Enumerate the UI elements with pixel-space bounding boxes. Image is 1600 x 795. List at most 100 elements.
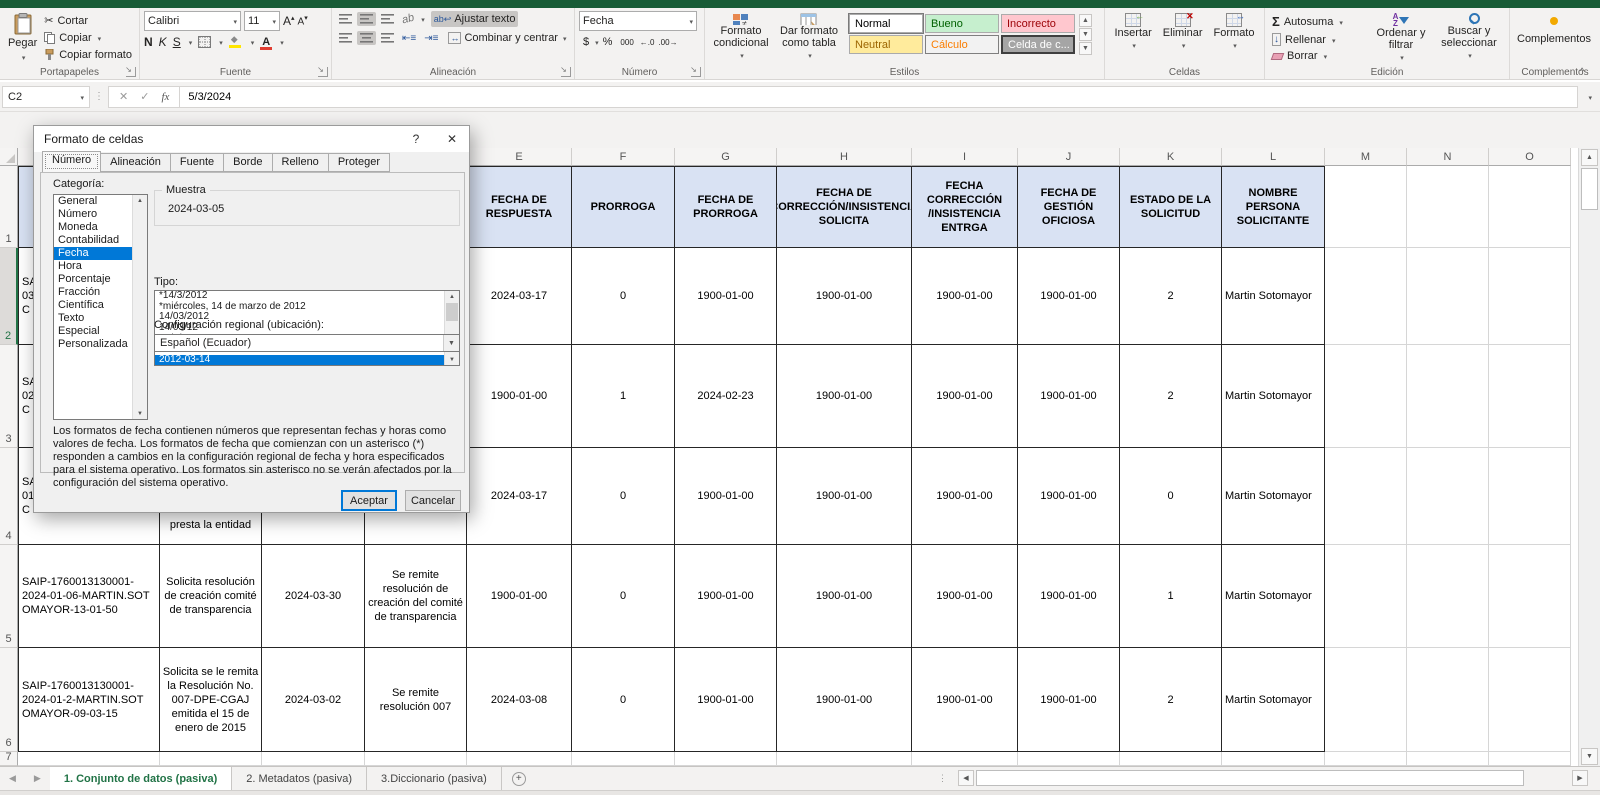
style-normal[interactable]: Normal [849,14,923,33]
cell-f7[interactable] [572,752,675,766]
row-header-5[interactable]: 5 [0,545,18,648]
cell-g3[interactable]: 2024-02-23 [675,345,777,448]
insert-cells-button[interactable]: ← Insertar [1113,11,1154,65]
col-header-k[interactable]: K [1120,148,1222,166]
cell-k7[interactable] [1120,752,1222,766]
cell-h3[interactable]: 1900-01-00 [777,345,912,448]
styles-scroll-down-icon[interactable]: ▼ [1079,28,1092,41]
scroll-right-icon[interactable]: ▶ [1572,770,1588,786]
font-color-dropdown-icon[interactable] [278,36,284,48]
hscroll-grip-icon[interactable]: ⋮ [938,773,947,784]
cell-k1[interactable]: ESTADO DE LA SOLICITUD [1120,166,1222,248]
increase-decimal-button[interactable]: ←.0 [638,38,657,47]
cell-e2[interactable]: 2024-03-17 [467,248,572,345]
formula-input[interactable]: 5/3/2024 [180,86,1578,108]
col-header-j[interactable]: J [1018,148,1120,166]
row-header-7[interactable]: 7 [0,752,18,766]
cell-f1[interactable]: PRORROGA [572,166,675,248]
cancel-entry-icon[interactable]: ✕ [119,90,128,103]
col-header-l[interactable]: L [1222,148,1325,166]
styles-scroll-up-icon[interactable]: ▲ [1079,14,1092,27]
cell-n3[interactable] [1407,345,1489,448]
formula-bar-grip-icon[interactable]: ⋮ [90,91,108,102]
horizontal-scroll-thumb[interactable] [976,770,1524,786]
paste-button[interactable]: Pegar [4,11,41,65]
cell-h5[interactable]: 1900-01-00 [777,545,912,648]
cell-g7[interactable] [675,752,777,766]
dialog-title-bar[interactable]: Formato de celdas ? ✕ [34,126,469,152]
cell-c6[interactable]: 2024-03-02 [262,648,365,752]
cell-f3[interactable]: 1 [572,345,675,448]
orientation-dropdown-icon[interactable] [419,13,425,25]
borders-icon[interactable] [198,36,211,48]
type-scroll-thumb[interactable] [446,303,458,321]
cell-o2[interactable] [1489,248,1571,345]
paste-dropdown-icon[interactable] [20,51,26,63]
grow-font-button[interactable]: A▴ [283,14,295,28]
cell-b5[interactable]: Solicita resolución de creación comité d… [160,545,262,648]
cell-j4[interactable]: 1900-01-00 [1018,448,1120,545]
cell-f5[interactable]: 0 [572,545,675,648]
horizontal-scrollbar[interactable]: ◀ [958,770,1524,786]
cell-f2[interactable]: 0 [572,248,675,345]
format-cells-button[interactable]: ↔ Formato [1212,11,1257,65]
cell-l4[interactable]: Martin Sotomayor [1222,448,1325,545]
cell-g4[interactable]: 1900-01-00 [675,448,777,545]
find-select-button[interactable]: Buscar y seleccionar [1433,11,1505,65]
cell-i7[interactable] [912,752,1018,766]
cell-j3[interactable]: 1900-01-00 [1018,345,1120,448]
cell-d7[interactable] [365,752,467,766]
cell-e1[interactable]: FECHA DE RESPUESTA [467,166,572,248]
col-header-m[interactable]: M [1325,148,1407,166]
style-celda-comprobacion[interactable]: Celda de c... [1001,35,1075,54]
category-scrollbar[interactable]: ▲ ▼ [132,195,147,419]
cell-l2[interactable]: Martin Sotomayor [1222,248,1325,345]
insert-function-icon[interactable]: fx [161,91,169,103]
confirm-entry-icon[interactable]: ✓ [140,90,149,103]
number-format-combo[interactable]: Fecha [579,11,697,31]
cell-j6[interactable]: 1900-01-00 [1018,648,1120,752]
underline-button[interactable]: S [173,35,181,49]
cell-l7[interactable] [1222,752,1325,766]
cell-n2[interactable] [1407,248,1489,345]
cell-o1[interactable] [1489,166,1571,248]
cell-c7[interactable] [262,752,365,766]
cell-o3[interactable] [1489,345,1571,448]
increase-indent-button[interactable]: ⇥≡ [421,31,441,46]
cell-m6[interactable] [1325,648,1407,752]
cell-h1[interactable]: FECHA DE CORRECCIÓN/INSISTENCIA SOLICITA [777,166,912,248]
font-size-combo[interactable]: 11 [244,11,280,31]
sheet-tab-diccionario[interactable]: 3.Diccionario (pasiva) [367,767,502,790]
cell-f4[interactable]: 0 [572,448,675,545]
merge-center-button[interactable]: ↔Combinar y centrar [445,30,569,46]
sheet-nav-left-icon[interactable]: ◀ [0,767,25,790]
cell-i4[interactable]: 1900-01-00 [912,448,1018,545]
percent-button[interactable]: % [599,36,617,48]
align-middle-button[interactable] [357,12,376,26]
styles-more-icon[interactable]: ▼ [1079,42,1092,55]
cell-o5[interactable] [1489,545,1571,648]
type-scroll-up-icon[interactable]: ▲ [445,291,459,302]
row-header-4[interactable]: 4 [0,448,18,545]
dialog-tab-borde[interactable]: Borde [224,153,272,172]
align-right-button[interactable] [378,31,397,45]
cell-c5[interactable]: 2024-03-30 [262,545,365,648]
type-item-selected[interactable]: 2012-03-14 [155,355,459,366]
ok-button[interactable]: Aceptar [341,490,397,511]
cell-o4[interactable] [1489,448,1571,545]
cell-k2[interactable]: 2 [1120,248,1222,345]
cell-j5[interactable]: 1900-01-00 [1018,545,1120,648]
dialog-help-icon[interactable]: ? [401,126,431,152]
name-box[interactable]: C2 [2,86,90,108]
fill-color-dropdown-icon[interactable] [249,36,255,48]
scroll-up-icon[interactable]: ▲ [1581,149,1598,166]
category-listbox[interactable]: General Número Moneda Contabilidad Fecha… [53,194,148,420]
clipboard-dialog-launcher[interactable] [126,67,136,77]
cell-m7[interactable] [1325,752,1407,766]
type-scrollbar[interactable]: ▲ ▼ [444,291,459,365]
decrease-decimal-button[interactable]: .00→ [656,38,679,47]
name-box-dropdown-icon[interactable] [78,91,84,103]
cell-h7[interactable] [777,752,912,766]
cell-l5[interactable]: Martin Sotomayor [1222,545,1325,648]
vertical-scroll-thumb[interactable] [1581,168,1598,210]
